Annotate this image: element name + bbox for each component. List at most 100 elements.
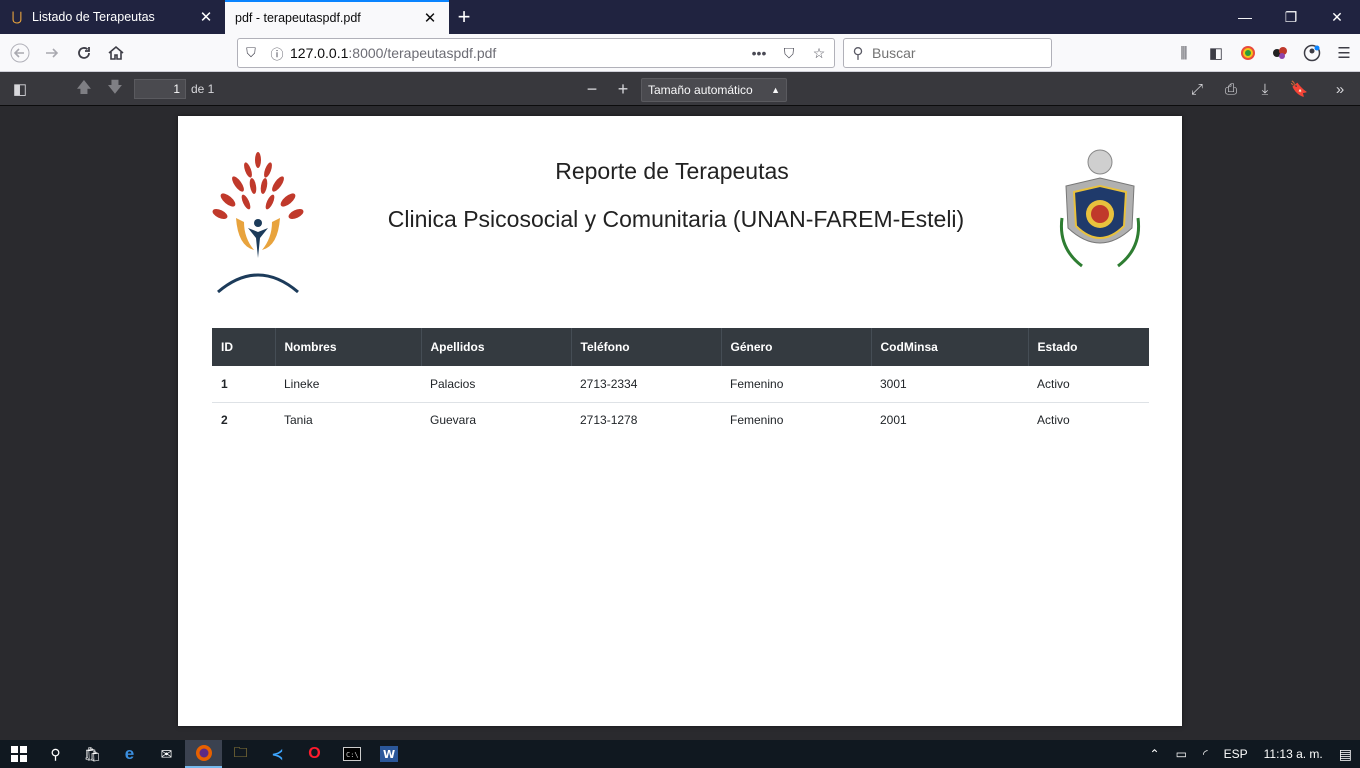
nav-toolbar-right: ⫼ ◧ ☰ — [1168, 37, 1360, 69]
close-tab-icon[interactable]: ✕ — [197, 8, 215, 26]
edge-icon[interactable]: e — [111, 740, 148, 768]
terapeutas-table: ID Nombres Apellidos Teléfono Género Cod… — [212, 328, 1149, 438]
library-icon[interactable]: ⫼ — [1168, 37, 1200, 69]
home-button[interactable] — [100, 37, 132, 69]
mail-icon[interactable]: ✉ — [148, 740, 185, 768]
extension-dots-icon[interactable] — [1264, 37, 1296, 69]
extension-color-icon[interactable] — [1232, 37, 1264, 69]
zoom-select-label: Tamaño automático — [648, 83, 753, 97]
column-header: Nombres — [274, 328, 421, 366]
page-count: de 1 — [191, 82, 215, 96]
column-header: Apellidos — [420, 328, 571, 366]
firefox-icon[interactable] — [185, 740, 222, 768]
table-cell: Lineke — [275, 366, 421, 403]
table-row: 1 Lineke Palacios 2713-2334 Femenino 300… — [212, 366, 1149, 403]
table-header-row: ID Nombres Apellidos Teléfono Género Cod… — [212, 328, 1149, 366]
restore-icon[interactable]: ❐ — [1268, 0, 1314, 34]
account-icon[interactable] — [1296, 37, 1328, 69]
pocket-icon[interactable]: ⛉ — [774, 45, 804, 62]
page-actions-icon[interactable]: ••• — [744, 45, 774, 61]
url-path: :8000/terapeutaspdf.pdf — [348, 45, 497, 61]
notifications-icon[interactable]: ▤ — [1339, 746, 1352, 763]
new-tab-button[interactable]: + — [449, 0, 479, 34]
zoom-select[interactable]: Tamaño automático ▲ — [641, 78, 787, 102]
terminal-icon[interactable]: C:\ — [333, 740, 370, 768]
svg-text:W: W — [383, 748, 395, 761]
report-title: Reporte de Terapeutas — [555, 158, 789, 184]
tab-label: Listado de Terapeutas — [32, 10, 155, 24]
column-header: ID — [212, 328, 275, 366]
svg-text:C:\: C:\ — [346, 751, 359, 759]
table-cell: Tania — [284, 413, 313, 428]
sidebar-icon[interactable]: ◧ — [1200, 37, 1232, 69]
clock[interactable]: 11:13 a. m. — [1264, 747, 1323, 761]
shield-icon[interactable]: ⛉ — [238, 45, 264, 61]
table-row: 2 Tania Guevara 2713-1278 Femenino 2001 … — [212, 402, 1149, 438]
zoom-out-icon[interactable]: − — [576, 75, 608, 103]
close-tab-icon[interactable]: ✕ — [421, 9, 439, 27]
language-indicator[interactable]: ESP — [1224, 747, 1248, 761]
presentation-mode-icon[interactable]: ⤢ — [1181, 75, 1213, 103]
system-tray: ⌃ ▭ ◜ ESP 11:13 a. m. ▤ — [1142, 740, 1360, 768]
minimize-icon[interactable]: — — [1222, 0, 1268, 34]
pdf-toolbar: ◧ 🡅 🡇 1 de 1 − + Tamaño automático ▲ ⤢ ⎙… — [0, 72, 1360, 106]
url-host: 127.0.0.1 — [290, 45, 349, 61]
download-icon[interactable]: ⤓ — [1249, 75, 1281, 103]
battery-icon[interactable]: ▭ — [1176, 747, 1187, 761]
back-button[interactable] — [4, 37, 36, 69]
reload-button[interactable] — [68, 37, 100, 69]
table-cell: 1 — [212, 366, 275, 403]
close-window-icon[interactable]: ✕ — [1314, 0, 1360, 34]
table-cell: Guevara — [430, 413, 477, 428]
print-icon[interactable]: ⎙ — [1215, 75, 1247, 103]
pdf-page: Reporte de Terapeutas Clinica Psicosocia… — [178, 116, 1182, 726]
url-bar[interactable]: ⛉ ⓘ 127.0.0.1:8000/terapeutaspdf.pdf •••… — [237, 38, 835, 68]
search-taskbar-icon[interactable]: ⚲ — [37, 740, 74, 768]
table-cell: 3001 — [871, 366, 1028, 403]
site-favicon-icon: ⋃ — [11, 9, 23, 24]
navigation-bar: ⛉ ⓘ 127.0.0.1:8000/terapeutaspdf.pdf •••… — [0, 34, 1360, 72]
next-page-icon[interactable]: 🡇 — [99, 75, 131, 103]
tab-bar: ⋃ Listado de Terapeutas ✕ pdf - terapeut… — [0, 0, 1360, 34]
tools-chevron-icon[interactable]: » — [1324, 75, 1356, 103]
page-number-input[interactable]: 1 — [134, 79, 186, 99]
report-subtitle: Clinica Psicosocial y Comunitaria (UNAN-… — [387, 206, 965, 232]
tab-pdf[interactable]: pdf - terapeutaspdf.pdf ✕ — [225, 0, 449, 34]
table-cell: 2713-2334 — [571, 366, 721, 403]
zoom-in-icon[interactable]: + — [607, 75, 639, 103]
column-header: CodMinsa — [870, 328, 1028, 366]
url-text[interactable]: 127.0.0.1:8000/terapeutaspdf.pdf — [290, 45, 744, 61]
table-cell: Femenino — [730, 413, 784, 428]
table-cell: Femenino — [721, 366, 871, 403]
menu-icon[interactable]: ☰ — [1328, 37, 1360, 69]
info-icon[interactable]: ⓘ — [264, 44, 290, 63]
start-button[interactable] — [0, 740, 37, 768]
reload-icon — [78, 46, 90, 59]
vscode-icon[interactable]: ≺ — [259, 740, 296, 768]
university-seal-icon — [1059, 149, 1141, 268]
table-cell: Palacios — [421, 366, 571, 403]
search-bar[interactable]: ⚲ Buscar — [843, 38, 1052, 68]
back-arrow-icon — [10, 43, 30, 62]
table-cell: 2713-1278 — [580, 413, 638, 428]
windows-logo-icon — [10, 746, 27, 762]
previous-page-icon[interactable]: 🡅 — [68, 75, 100, 103]
pdf-viewer[interactable]: Reporte de Terapeutas Clinica Psicosocia… — [0, 106, 1360, 740]
search-icon: ⚲ — [852, 45, 864, 62]
wifi-icon[interactable]: ◜ — [1203, 747, 1208, 761]
store-icon[interactable]: 🛍 — [74, 740, 111, 768]
bookmark-icon[interactable]: 🔖 — [1283, 75, 1315, 103]
file-explorer-icon[interactable]: 🗀 — [222, 740, 259, 768]
tab-listado-terapeutas[interactable]: ⋃ Listado de Terapeutas ✕ — [0, 0, 225, 34]
column-header: Teléfono — [570, 328, 721, 366]
forward-button[interactable] — [36, 37, 68, 69]
tab-label: pdf - terapeutaspdf.pdf — [235, 11, 361, 25]
chevron-up-icon[interactable]: ⌃ — [1150, 747, 1160, 761]
search-placeholder: Buscar — [872, 45, 916, 61]
sidebar-toggle-icon[interactable]: ◧ — [4, 75, 36, 103]
word-icon[interactable]: W — [370, 740, 407, 768]
table-cell: 2001 — [880, 413, 907, 428]
opera-icon[interactable]: O — [296, 740, 333, 768]
select-arrows-icon: ▲ — [771, 85, 780, 95]
bookmark-star-icon[interactable]: ☆ — [804, 45, 834, 62]
